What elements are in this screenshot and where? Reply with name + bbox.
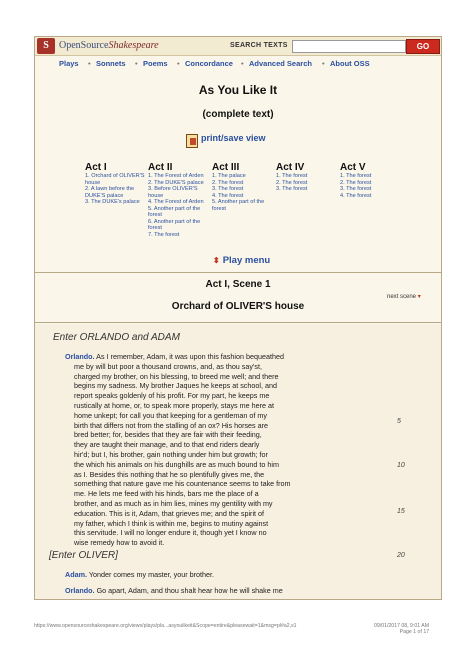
- play-menu-label[interactable]: Play menu: [223, 255, 271, 266]
- nav-separator: •: [177, 59, 180, 68]
- line-number: 5: [397, 418, 401, 425]
- divider: [35, 272, 441, 273]
- print-icon[interactable]: [186, 134, 198, 148]
- site-header: S OpenSourceShakespeare SEARCH TEXTS GO: [35, 37, 441, 56]
- act-heading: Act II: [148, 162, 173, 173]
- speech-line: Orlando. Go apart, Adam, and thou shalt …: [65, 586, 395, 596]
- line-text: Go apart, Adam, and thou shalt hear how …: [96, 586, 283, 595]
- search-label: SEARCH TEXTS: [230, 42, 288, 49]
- line-number: 15: [397, 508, 405, 515]
- speech-line: the which his animals on his dunghills a…: [74, 459, 279, 469]
- scene-link[interactable]: 4. The forest: [340, 193, 404, 200]
- main-nav: Plays • Sonnets • Poems • Concordance • …: [35, 56, 441, 70]
- scene-link[interactable]: 6. Another part of the forest: [148, 219, 212, 232]
- act-heading: Act I: [85, 162, 107, 173]
- stage-direction: [Enter OLIVER]: [49, 550, 118, 561]
- speech: Orlando. Go apart, Adam, and thou shalt …: [65, 586, 395, 596]
- scene-location: Orchard of OLIVER'S house: [171, 301, 305, 312]
- act-heading: Act V: [340, 162, 366, 173]
- nav-advanced-search[interactable]: Advanced Search: [249, 59, 312, 68]
- speech-line: me by will but poor a thousand crowns, a…: [74, 361, 262, 371]
- stage-direction: Enter ORLANDO and ADAM: [53, 332, 180, 343]
- speech-line: they are taught their manage, and to tha…: [74, 440, 260, 450]
- play-subtitle: (complete text): [202, 109, 274, 120]
- speech-line: me. He lets me feed with his hinds, bars…: [74, 489, 259, 499]
- brand-plain[interactable]: OpenSource: [59, 40, 108, 51]
- play-text: Enter ORLANDO and ADAM Orlando. As I rem…: [35, 324, 441, 599]
- speech-line: home unkept; for call you that keeping f…: [74, 410, 267, 420]
- speech-line: brother, and as much as in him lies, min…: [74, 498, 273, 508]
- nav-separator: •: [88, 59, 91, 68]
- scene-link[interactable]: 5. Another part of the forest: [148, 206, 212, 219]
- nav-concordance[interactable]: Concordance: [185, 59, 233, 68]
- nav-poems[interactable]: Poems: [143, 59, 168, 68]
- speech-line: wise remedy how to avoid it.: [74, 538, 165, 548]
- next-scene-label[interactable]: next scene: [387, 294, 416, 300]
- speech-line: birth that differs not from the stalling…: [74, 420, 269, 430]
- page-frame: S OpenSourceShakespeare SEARCH TEXTS GO …: [34, 36, 442, 600]
- speech-line: education. This is it, Adam, that grieve…: [74, 508, 265, 518]
- line-number: 10: [397, 462, 405, 469]
- up-down-arrow-icon: ⬍: [213, 256, 220, 265]
- speech-line: as I. Besides this nothing that he so pl…: [74, 469, 265, 479]
- act-3: Act III 1. The palace 2. The forest 3. T…: [212, 163, 276, 212]
- print-save-link[interactable]: print/save view: [201, 133, 266, 143]
- footer-url: https://www.opensourceshakespeare.org/vi…: [34, 623, 297, 629]
- footer-meta: 09/01/2017 08, 9:01 AM Page 1 of 17: [374, 623, 429, 635]
- scene-link[interactable]: 3. The forest: [276, 186, 340, 193]
- speech-line: charged my brother, on his blessing, to …: [74, 371, 279, 381]
- line-number: 20: [397, 552, 405, 559]
- nav-separator: •: [241, 59, 244, 68]
- speaker-name[interactable]: Orlando.: [65, 586, 95, 595]
- scene-link[interactable]: 3. Before OLIVER'S house: [148, 186, 212, 199]
- nav-sonnets[interactable]: Sonnets: [96, 59, 126, 68]
- speech-line: hir'd; but I, his brother, gain nothing …: [74, 449, 268, 459]
- speech-line: something that nature gave me his counte…: [74, 479, 291, 489]
- line-text: As I remember, Adam, it was upon this fa…: [96, 352, 284, 361]
- line-text: Yonder comes my master, your brother.: [88, 570, 215, 579]
- scene-link[interactable]: 5. Another part of the forest: [212, 199, 276, 212]
- search-input[interactable]: [292, 40, 406, 53]
- speech: Adam. Yonder comes my master, your broth…: [65, 570, 395, 580]
- scene-heading: Act I, Scene 1: [205, 279, 271, 290]
- nav-separator: •: [135, 59, 138, 68]
- site-brand[interactable]: OpenSourceShakespeare: [59, 40, 159, 51]
- scene-link[interactable]: 3. The DUKE's palace: [85, 199, 149, 206]
- nav-about[interactable]: About OSS: [330, 59, 370, 68]
- nav-separator: •: [322, 59, 325, 68]
- scene-link[interactable]: 4. The Forest of Arden: [148, 199, 212, 206]
- act-4: Act IV 1. The forest 2. The forest 3. Th…: [276, 163, 340, 193]
- scene-link[interactable]: 1. The Forest of Arden: [148, 173, 212, 180]
- speech-line: Orlando. As I remember, Adam, it was upo…: [65, 352, 395, 362]
- scene-link[interactable]: 1. Orchard of OLIVER'S house: [85, 173, 149, 186]
- act-heading: Act IV: [276, 162, 305, 173]
- go-button[interactable]: GO: [406, 39, 440, 54]
- scene-link[interactable]: 7. The forest: [148, 232, 212, 239]
- act-heading: Act III: [212, 162, 240, 173]
- speech-line: bred better; for, besides that they are …: [74, 430, 262, 440]
- footer-page: Page 1 of 17: [399, 629, 430, 635]
- play-title: As You Like It: [198, 83, 278, 97]
- next-scene-link[interactable]: next scene ▾: [387, 293, 421, 300]
- down-arrow-icon: ▾: [417, 294, 421, 300]
- site-logo[interactable]: S: [37, 38, 55, 54]
- act-1: Act I 1. Orchard of OLIVER'S house 2. A …: [85, 163, 149, 206]
- speech-line: this servitude. I will no longer endure …: [74, 528, 267, 538]
- act-2: Act II 1. The Forest of Arden 2. The DUK…: [148, 163, 212, 238]
- speech-line: report speaks goldenly of his profit. Fo…: [74, 391, 270, 401]
- speaker-name[interactable]: Orlando.: [65, 352, 95, 361]
- speech-line: rustically at home, or, to speak more pr…: [74, 400, 275, 410]
- nav-plays[interactable]: Plays: [59, 59, 79, 68]
- speech: Orlando. As I remember, Adam, it was upo…: [65, 352, 395, 548]
- brand-italic[interactable]: Shakespeare: [108, 40, 158, 51]
- act-5: Act V 1. The forest 2. The forest 3. The…: [340, 163, 404, 199]
- speech-line: begins my sadness. My brother Jaques he …: [74, 381, 277, 391]
- play-menu-link[interactable]: ⬍ Play menu: [213, 255, 270, 266]
- speech-line: my father, which I think is within me, b…: [74, 518, 269, 528]
- divider: [35, 322, 441, 323]
- scene-link[interactable]: 2. A lawn before the DUKE'S palace: [85, 186, 149, 199]
- speech-line: Adam. Yonder comes my master, your broth…: [65, 570, 395, 580]
- speaker-name[interactable]: Adam.: [65, 570, 87, 579]
